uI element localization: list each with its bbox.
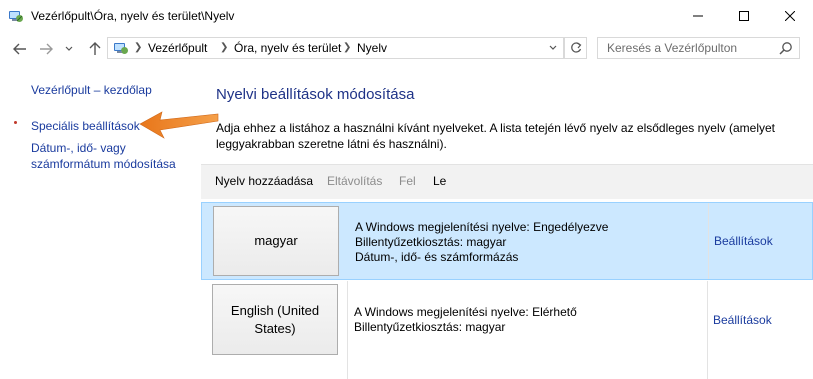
close-icon: [785, 11, 795, 21]
language-name: magyar: [254, 233, 298, 248]
forward-button[interactable]: [36, 40, 56, 58]
forward-arrow-icon: [40, 43, 53, 55]
display-language-status: A Windows megjelenítési nyelve: Elérhető: [354, 305, 577, 319]
remove-button[interactable]: Eltávolítás: [327, 174, 382, 188]
search-box[interactable]: [597, 37, 800, 59]
keyboard-layout: Billentyűzetkiosztás: magyar: [354, 320, 506, 334]
display-language-status: A Windows megjelenítési nyelve: Engedély…: [355, 220, 609, 234]
up-button[interactable]: [85, 40, 105, 58]
annotation-arrow-icon: [139, 111, 219, 139]
recent-dropdown-icon: [65, 46, 73, 51]
column-divider: [347, 281, 348, 379]
advanced-settings-link[interactable]: Speciális beállítások: [31, 118, 140, 134]
breadcrumb-language[interactable]: Nyelv: [357, 41, 387, 55]
language-button-magyar[interactable]: magyar: [213, 206, 339, 276]
chevron-right-icon[interactable]: ❯: [343, 42, 351, 53]
back-arrow-icon: [13, 43, 26, 55]
move-up-button[interactable]: Fel: [399, 174, 416, 188]
change-date-time-link-line1[interactable]: Dátum-, idő- vagy: [31, 140, 126, 156]
column-divider: [707, 281, 708, 379]
language-info: A Windows megjelenítési nyelve: Engedély…: [355, 220, 608, 265]
language-button-english-us[interactable]: English (United States): [212, 284, 338, 355]
current-item-bullet: [14, 121, 17, 124]
control-panel-icon: [113, 40, 129, 56]
language-name-line1: English (United: [230, 302, 320, 318]
page-title: Nyelvi beállítások módosítása: [216, 86, 415, 103]
language-row-english-us[interactable]: English (United States) A Windows megjel…: [201, 281, 813, 379]
maximize-button[interactable]: [721, 0, 767, 32]
address-bar[interactable]: ❯ Vezérlőpult ❯ Óra, nyelv és terület ❯ …: [107, 37, 587, 59]
close-button[interactable]: [767, 0, 813, 32]
refresh-icon: [570, 42, 581, 53]
language-name-line2: States): [254, 320, 296, 336]
maximize-icon: [739, 11, 749, 21]
title-bar: Vezérlőpult\Óra, nyelv és terület\Nyelv: [0, 0, 813, 32]
control-panel-home-link[interactable]: Vezérlőpult – kezdőlap: [31, 82, 152, 98]
search-icon[interactable]: [779, 41, 793, 58]
chevron-right-icon[interactable]: ❯: [220, 42, 228, 53]
control-panel-icon: [8, 8, 24, 24]
chevron-right-icon[interactable]: ❯: [134, 42, 142, 53]
back-button[interactable]: [10, 40, 30, 58]
language-row-magyar[interactable]: magyar A Windows megjelenítési nyelve: E…: [201, 202, 813, 280]
add-language-button[interactable]: Nyelv hozzáadása: [215, 174, 313, 188]
minimize-button[interactable]: [675, 0, 721, 32]
language-settings-link[interactable]: Beállítások: [714, 234, 773, 248]
window-title: Vezérlőpult\Óra, nyelv és terület\Nyelv: [31, 9, 235, 23]
minimize-icon: [693, 15, 703, 17]
format-status: Dátum-, idő- és számformázás: [355, 250, 519, 264]
recent-locations-button[interactable]: [62, 40, 76, 58]
move-down-button[interactable]: Le: [433, 174, 446, 188]
chevron-down-icon: [549, 45, 556, 50]
address-dropdown-button[interactable]: [542, 37, 564, 59]
refresh-button[interactable]: [564, 37, 587, 59]
column-divider: [708, 203, 709, 279]
language-toolbar: Nyelv hozzáadása Eltávolítás Fel Le: [201, 164, 813, 199]
breadcrumb-clock-language-region[interactable]: Óra, nyelv és terület: [234, 41, 341, 55]
breadcrumb-control-panel[interactable]: Vezérlőpult: [148, 41, 207, 55]
keyboard-layout: Billentyűzetkiosztás: magyar: [355, 235, 507, 249]
language-settings-link[interactable]: Beállítások: [713, 313, 772, 327]
search-input[interactable]: [598, 38, 782, 58]
up-arrow-icon: [89, 42, 101, 55]
language-info: A Windows megjelenítési nyelve: Elérhető…: [354, 305, 577, 335]
change-date-time-link-line2[interactable]: számformátum módosítása: [31, 156, 176, 172]
page-description: Adja ehhez a listához a használni kívánt…: [216, 121, 775, 151]
